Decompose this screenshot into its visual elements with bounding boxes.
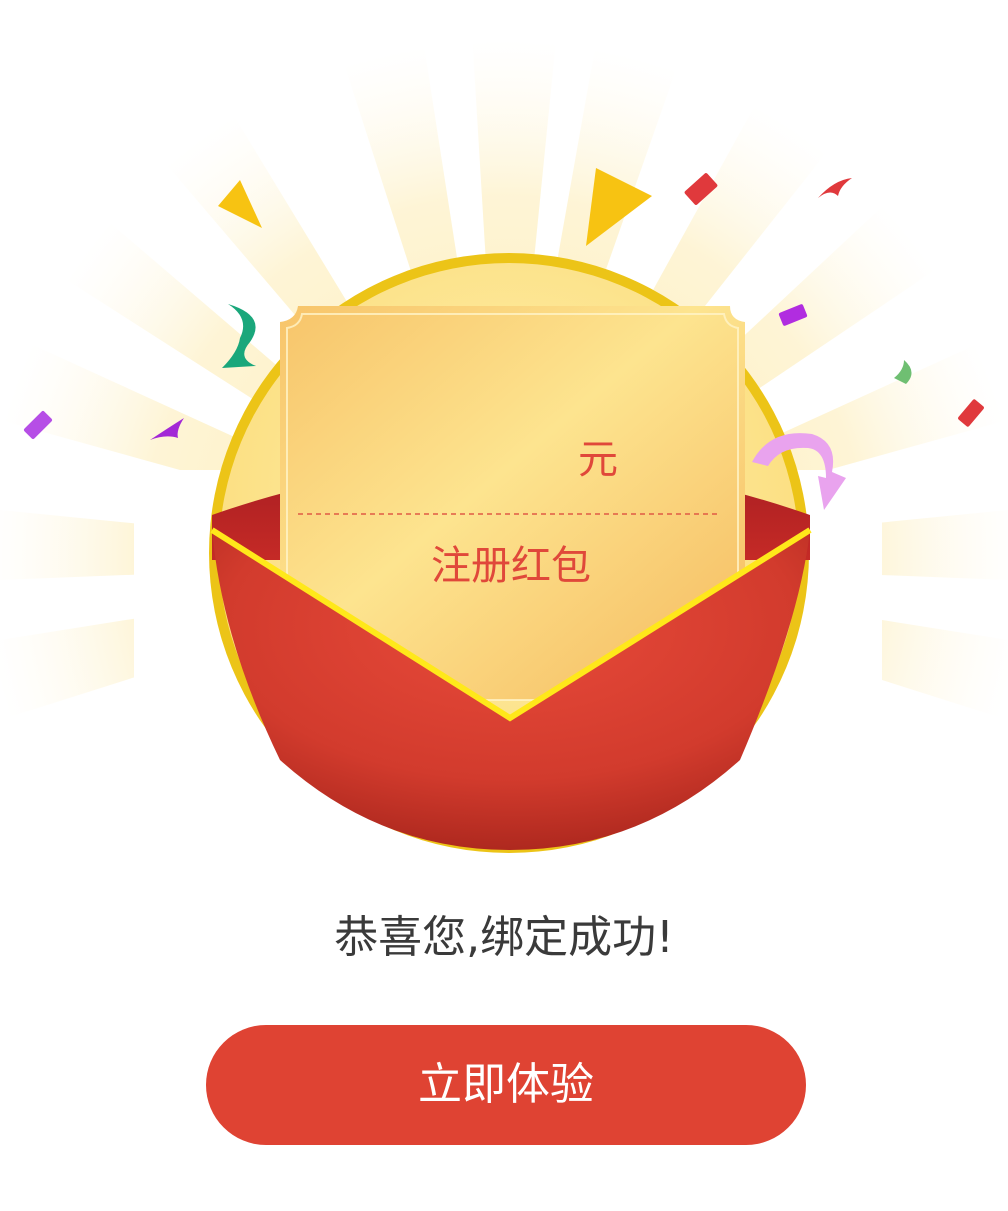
amount-unit: 元 bbox=[578, 437, 618, 483]
red-envelope-illustration bbox=[0, 0, 1008, 853]
try-now-button[interactable]: 立即体验 bbox=[206, 1025, 806, 1145]
envelope-label: 注册红包 bbox=[431, 543, 591, 589]
success-message: 恭喜您,绑定成功! bbox=[334, 912, 674, 963]
confetti-triangle-yellow bbox=[586, 168, 652, 246]
confetti-green bbox=[894, 360, 912, 384]
confetti-red bbox=[818, 178, 852, 198]
